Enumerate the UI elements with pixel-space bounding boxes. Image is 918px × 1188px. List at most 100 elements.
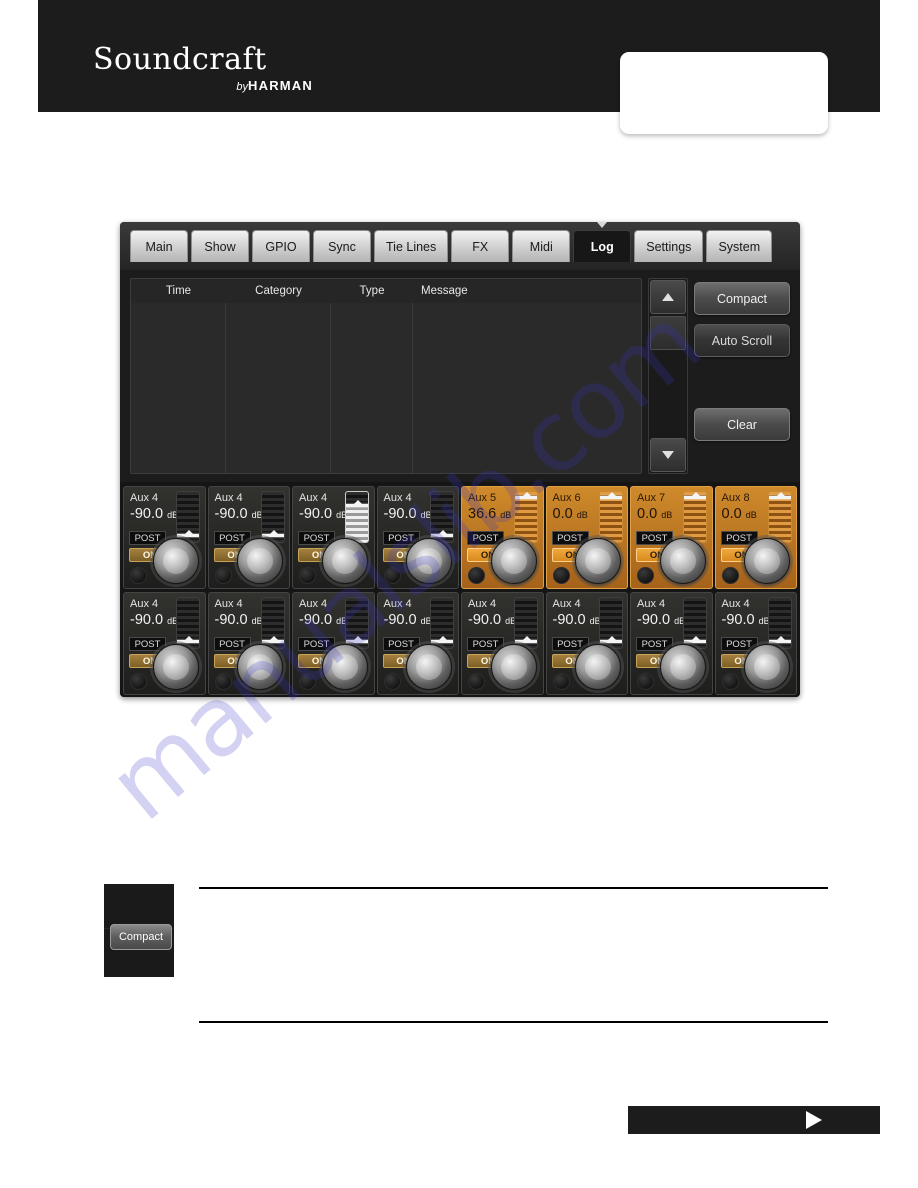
channel-rotary-knob[interactable] xyxy=(659,644,706,690)
channel-led-indicator[interactable] xyxy=(552,673,570,690)
channel-rotary-knob[interactable] xyxy=(744,538,790,584)
fader-cap[interactable] xyxy=(515,492,537,499)
channel-led-indicator[interactable] xyxy=(130,567,147,584)
channel-fader[interactable] xyxy=(598,491,623,543)
channel-led-indicator[interactable] xyxy=(468,673,485,690)
tab-log[interactable]: Log xyxy=(573,222,632,262)
channel-strip[interactable]: Aux 4 -90.0 dB POST ON xyxy=(207,592,290,695)
tab-fx[interactable]: FX xyxy=(451,230,510,262)
channel-strip[interactable]: Aux 5 36.6 dB POST ON xyxy=(461,486,544,589)
channel-strip[interactable]: Aux 4 -90.0 dB POST ON xyxy=(207,486,290,589)
fader-cap[interactable] xyxy=(599,492,622,499)
channel-rotary-knob[interactable] xyxy=(744,644,790,690)
channel-fader[interactable] xyxy=(176,491,200,543)
channel-fader[interactable] xyxy=(345,597,369,649)
channel-fader[interactable] xyxy=(767,597,792,649)
fader-cap[interactable] xyxy=(261,636,284,643)
channel-strip[interactable]: Aux 4 -90.0 dB POST ON xyxy=(545,592,628,695)
channel-rotary-knob[interactable] xyxy=(490,538,537,584)
channel-fader[interactable] xyxy=(429,491,454,543)
fader-cap[interactable] xyxy=(599,636,622,643)
channel-fader[interactable] xyxy=(260,597,285,649)
channel-led-indicator[interactable] xyxy=(130,673,147,690)
channel-fader[interactable] xyxy=(176,597,200,649)
channel-strip[interactable]: Aux 4 -90.0 dB POST ON xyxy=(123,592,206,695)
fader-cap[interactable] xyxy=(684,636,706,643)
channel-led-indicator[interactable] xyxy=(721,673,739,690)
tab-settings[interactable]: Settings xyxy=(634,230,704,262)
log-table-body[interactable] xyxy=(131,303,641,473)
log-scrollbar[interactable] xyxy=(648,278,688,474)
channel-led-indicator[interactable] xyxy=(214,567,232,584)
channel-rotary-knob[interactable] xyxy=(152,644,199,690)
fader-cap[interactable] xyxy=(346,636,368,643)
fader-cap[interactable] xyxy=(430,530,453,537)
fader-cap[interactable] xyxy=(515,636,537,643)
channel-fader[interactable] xyxy=(345,491,369,543)
channel-rotary-knob[interactable] xyxy=(659,538,706,584)
channel-rotary-knob[interactable] xyxy=(321,538,368,584)
tab-system[interactable]: System xyxy=(706,230,773,262)
fader-cap[interactable] xyxy=(768,492,791,499)
channel-strip[interactable]: Aux 4 -90.0 dB POST ON xyxy=(292,486,375,589)
channel-rotary-knob[interactable] xyxy=(152,538,199,584)
channel-fader[interactable] xyxy=(260,491,285,543)
tab-main[interactable]: Main xyxy=(130,230,188,262)
fader-cap[interactable] xyxy=(177,530,199,537)
fader-cap[interactable] xyxy=(768,636,791,643)
channel-strip[interactable]: Aux 4 -90.0 dB POST ON xyxy=(376,486,459,589)
channel-strip[interactable]: Aux 8 0.0 dB POST ON xyxy=(714,486,797,589)
channel-fader[interactable] xyxy=(429,597,454,649)
tab-show[interactable]: Show xyxy=(191,230,249,262)
channel-rotary-knob[interactable] xyxy=(575,644,621,690)
scroll-track[interactable] xyxy=(650,316,686,436)
channel-rotary-knob[interactable] xyxy=(237,538,283,584)
channel-rotary-knob[interactable] xyxy=(321,644,368,690)
tab-gpio[interactable]: GPIO xyxy=(252,230,310,262)
tab-sync[interactable]: Sync xyxy=(313,230,371,262)
channel-strip[interactable]: Aux 4 -90.0 dB POST ON xyxy=(376,592,459,695)
tab-midi[interactable]: Midi xyxy=(512,230,571,262)
channel-led-indicator[interactable] xyxy=(721,567,739,584)
channel-fader[interactable] xyxy=(683,597,707,649)
channel-strip[interactable]: Aux 4 -90.0 dB POST ON xyxy=(461,592,544,695)
scroll-down-button[interactable] xyxy=(650,438,686,472)
fader-cap[interactable] xyxy=(430,636,453,643)
channel-strip[interactable]: Aux 4 -90.0 dB POST ON xyxy=(714,592,797,695)
channel-fader[interactable] xyxy=(598,597,623,649)
channel-led-indicator[interactable] xyxy=(468,567,485,584)
channel-rotary-knob[interactable] xyxy=(406,538,452,584)
channel-strip[interactable]: Aux 6 0.0 dB POST ON xyxy=(545,486,628,589)
channel-rotary-knob[interactable] xyxy=(490,644,537,690)
channel-rotary-knob[interactable] xyxy=(406,644,452,690)
channel-fader[interactable] xyxy=(767,491,792,543)
channel-strip[interactable]: Aux 7 0.0 dB POST ON xyxy=(630,486,713,589)
fader-cap[interactable] xyxy=(261,530,284,537)
tab-tie-lines[interactable]: Tie Lines xyxy=(374,230,449,262)
channel-strip[interactable]: Aux 4 -90.0 dB POST ON xyxy=(292,592,375,695)
channel-strip[interactable]: Aux 4 -90.0 dB POST ON xyxy=(123,486,206,589)
channel-led-indicator[interactable] xyxy=(637,567,654,584)
fader-cap[interactable] xyxy=(177,636,199,643)
channel-fader[interactable] xyxy=(683,491,707,543)
channel-fader[interactable] xyxy=(514,491,538,543)
auto-scroll-button[interactable]: Auto Scroll xyxy=(694,324,790,357)
channel-rotary-knob[interactable] xyxy=(575,538,621,584)
channel-fader[interactable] xyxy=(514,597,538,649)
compact-button[interactable]: Compact xyxy=(694,282,790,315)
channel-led-indicator[interactable] xyxy=(214,673,232,690)
channel-led-indicator[interactable] xyxy=(299,673,316,690)
fader-cap[interactable] xyxy=(346,500,368,507)
channel-rotary-knob[interactable] xyxy=(237,644,283,690)
channel-led-indicator[interactable] xyxy=(299,567,316,584)
channel-led-indicator[interactable] xyxy=(552,567,570,584)
footer-bar[interactable] xyxy=(628,1106,880,1134)
fader-cap[interactable] xyxy=(684,492,706,499)
thumbnail-compact-button[interactable]: Compact xyxy=(110,924,172,950)
scroll-up-button[interactable] xyxy=(650,280,686,314)
scroll-thumb[interactable] xyxy=(650,316,686,350)
channel-led-indicator[interactable] xyxy=(637,673,654,690)
channel-strip[interactable]: Aux 4 -90.0 dB POST ON xyxy=(630,592,713,695)
channel-led-indicator[interactable] xyxy=(383,567,401,584)
channel-led-indicator[interactable] xyxy=(383,673,401,690)
